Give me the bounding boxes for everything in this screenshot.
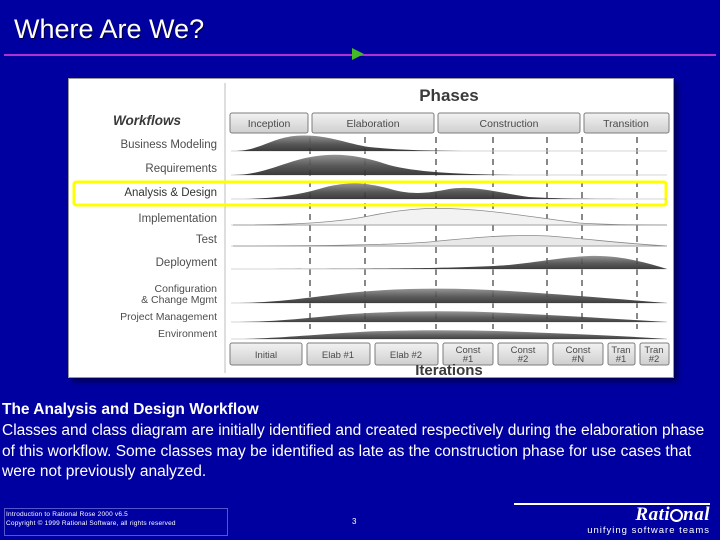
- svg-text:Iterations: Iterations: [415, 362, 483, 377]
- svg-text:Transition: Transition: [603, 118, 649, 130]
- svg-text:Elab #1: Elab #1: [322, 350, 354, 361]
- svg-text:Phases: Phases: [419, 86, 479, 105]
- footer-copyright-line: Copyright © 1999 Rational Software, all …: [6, 520, 176, 527]
- svg-text:#N: #N: [572, 354, 584, 365]
- arrow-icon: [352, 48, 364, 60]
- svg-text:Analysis & Design: Analysis & Design: [124, 187, 217, 199]
- svg-text:Requirements: Requirements: [145, 163, 217, 175]
- svg-text:Test: Test: [196, 234, 218, 246]
- svg-text:Environment: Environment: [158, 328, 217, 340]
- footer-course-line: Introduction to Rational Rose 2000 v6.5: [6, 511, 128, 518]
- svg-text:Business Modeling: Business Modeling: [120, 139, 217, 151]
- rational-word-right: nal: [683, 504, 710, 525]
- svg-text:Construction: Construction: [480, 118, 539, 130]
- svg-text:& Change Mgmt: & Change Mgmt: [141, 294, 217, 306]
- svg-text:#1: #1: [616, 354, 627, 365]
- rational-wordmark: Rati nal: [587, 505, 710, 524]
- body-paragraph: Classes and class diagram are initially …: [2, 422, 705, 480]
- svg-text:Elab #2: Elab #2: [390, 350, 422, 361]
- svg-text:Workflows: Workflows: [113, 113, 181, 128]
- svg-text:Elaboration: Elaboration: [346, 118, 399, 130]
- page-title: Where Are We?: [14, 14, 205, 44]
- rup-hump-chart: Phases Workflows Inception Elaboration C…: [68, 78, 674, 378]
- svg-text:#2: #2: [518, 354, 529, 365]
- svg-text:#2: #2: [649, 354, 660, 365]
- svg-text:Project Management: Project Management: [120, 311, 217, 323]
- body-text-block: The Analysis and Design Workflow Classes…: [0, 400, 718, 483]
- body-heading: The Analysis and Design Workflow: [2, 401, 259, 418]
- svg-text:Inception: Inception: [248, 118, 291, 130]
- svg-text:Initial: Initial: [255, 350, 277, 361]
- rational-o-icon: [670, 509, 684, 523]
- rup-chart-canvas: Phases Workflows Inception Elaboration C…: [69, 79, 673, 377]
- rational-tagline: unifying software teams: [587, 525, 710, 536]
- svg-text:Deployment: Deployment: [156, 257, 218, 269]
- rational-logo: Rati nal unifying software teams: [587, 505, 710, 536]
- svg-text:Implementation: Implementation: [138, 213, 217, 225]
- page-number: 3: [352, 517, 357, 526]
- rational-word-left: Rati: [635, 504, 671, 525]
